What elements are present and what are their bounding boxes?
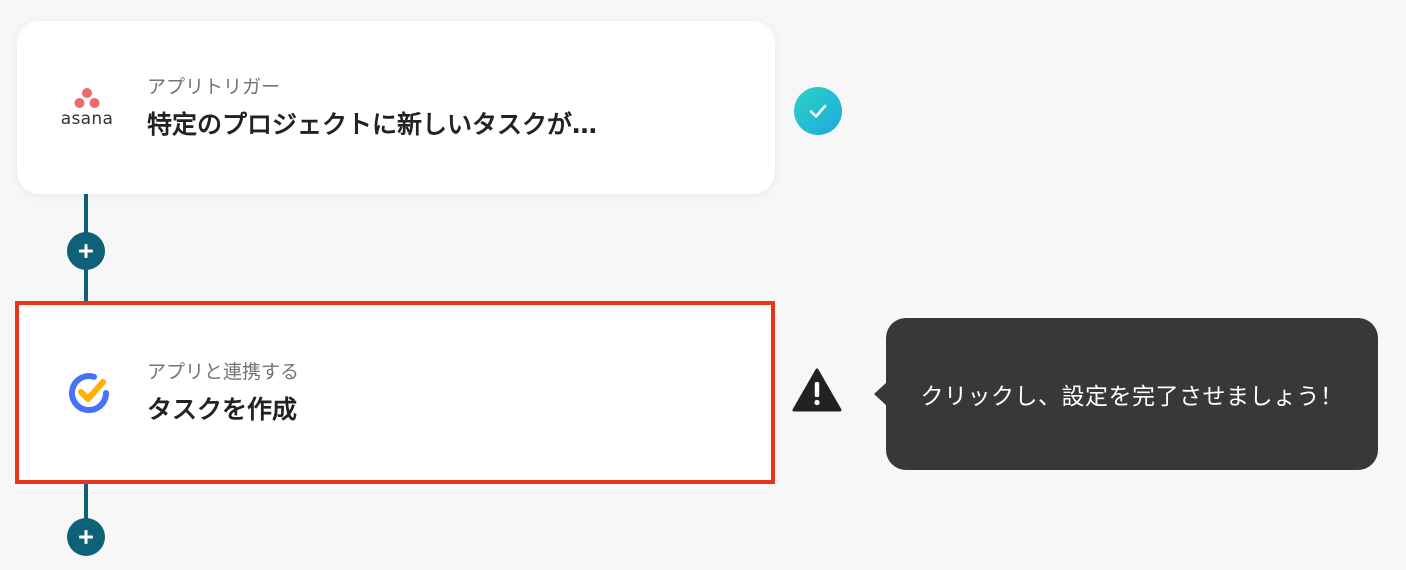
asana-wordmark: asana bbox=[60, 108, 114, 129]
action-label: アプリと連携する bbox=[147, 360, 300, 383]
setup-tooltip: クリックし、設定を完了させましょう！ bbox=[874, 318, 1378, 470]
check-circle-icon bbox=[794, 87, 842, 135]
asana-dots-icon bbox=[74, 87, 100, 108]
trigger-label: アプリトリガー bbox=[147, 75, 281, 98]
plus-icon bbox=[79, 244, 93, 258]
plus-icon bbox=[79, 530, 93, 544]
trigger-title: 特定のプロジェクトに新しいタスクが… bbox=[147, 109, 598, 139]
action-title: タスクを作成 bbox=[147, 394, 298, 424]
flow-canvas: asana アプリトリガー 特定のプロジェクトに新しいタスクが… アプリと連携す… bbox=[0, 0, 1406, 570]
ticktick-logo-icon bbox=[59, 363, 119, 423]
add-step-button[interactable] bbox=[67, 232, 105, 270]
trigger-step-card[interactable]: asana アプリトリガー 特定のプロジェクトに新しいタスクが… bbox=[17, 21, 775, 194]
add-step-button[interactable] bbox=[67, 518, 105, 556]
asana-logo-icon: asana bbox=[57, 78, 117, 138]
action-step-card[interactable]: アプリと連携する タスクを作成 bbox=[15, 301, 775, 484]
warning-icon bbox=[792, 368, 842, 412]
tooltip-text: クリックし、設定を完了させましょう！ bbox=[920, 384, 1344, 410]
